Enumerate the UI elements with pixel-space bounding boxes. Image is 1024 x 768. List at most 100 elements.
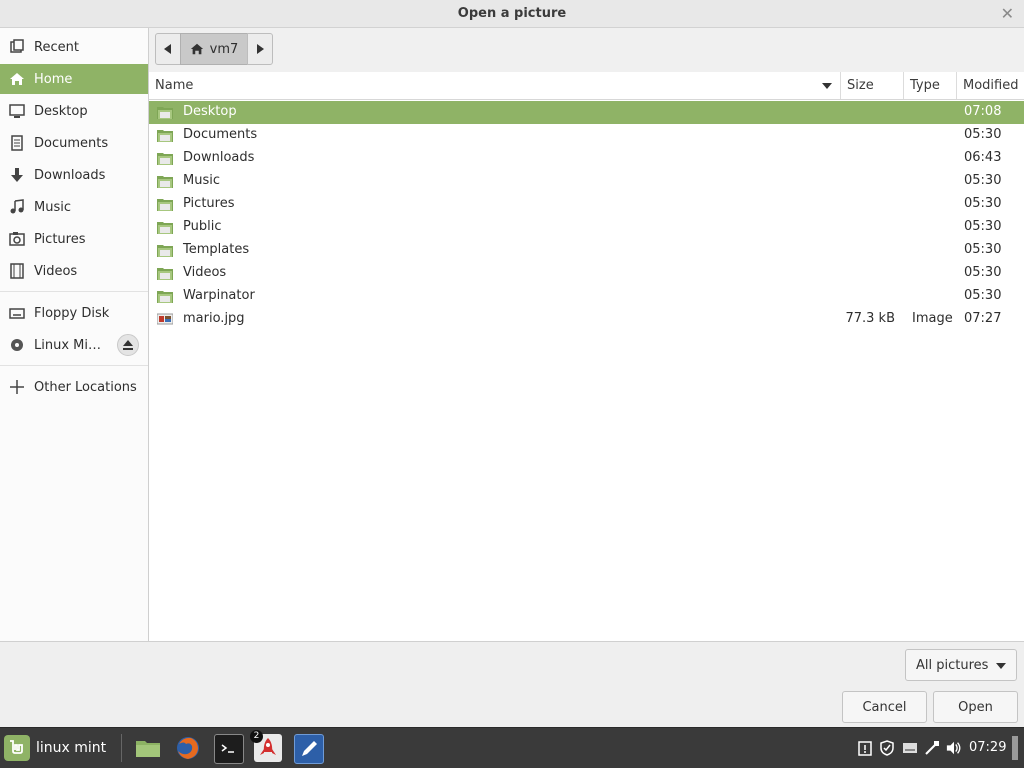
clock[interactable]: 07:29 <box>969 740 1006 755</box>
file-row[interactable]: Documents 05:30 <box>149 124 1024 147</box>
path-forward-button[interactable] <box>247 33 273 65</box>
sidebar-separator <box>0 365 148 366</box>
file-row[interactable]: Templates 05:30 <box>149 239 1024 262</box>
volume-icon[interactable] <box>946 740 962 756</box>
cancel-button[interactable]: Cancel <box>842 691 927 723</box>
mint-logo-icon <box>4 735 30 761</box>
disc-icon <box>0 337 34 353</box>
sidebar-item-other-locations[interactable]: Other Locations <box>0 372 148 402</box>
music-icon <box>0 199 34 215</box>
video-icon <box>0 263 34 279</box>
chevron-right-icon <box>257 44 264 54</box>
column-name[interactable]: Name <box>149 72 841 99</box>
file-modified: 06:43 <box>964 150 1002 165</box>
sidebar-item-downloads[interactable]: Downloads <box>0 160 148 190</box>
files-launcher[interactable] <box>134 734 162 762</box>
file-name: Videos <box>183 265 227 280</box>
column-size[interactable]: Size <box>841 72 904 99</box>
column-modified[interactable]: Modified <box>957 72 1024 99</box>
file-modified: 07:27 <box>964 311 1002 326</box>
file-filter-dropdown[interactable]: All pictures <box>905 649 1017 681</box>
terminal-icon <box>221 744 234 753</box>
pencil-icon <box>302 741 317 756</box>
open-button[interactable]: Open <box>933 691 1018 723</box>
file-modified: 05:30 <box>964 242 1002 257</box>
sidebar-item-home[interactable]: Home <box>0 64 148 94</box>
sort-down-icon <box>822 83 832 89</box>
file-name: Downloads <box>183 150 255 165</box>
show-desktop-button[interactable] <box>1012 736 1018 760</box>
file-modified: 07:08 <box>964 104 1002 119</box>
file-modified: 05:30 <box>964 196 1002 211</box>
file-row[interactable]: Videos 05:30 <box>149 262 1024 285</box>
shield-icon[interactable] <box>879 740 895 756</box>
file-name: Templates <box>183 242 250 257</box>
taskbar-separator <box>121 734 122 762</box>
chevron-left-icon <box>164 44 171 54</box>
sidebar-item-floppy-disk[interactable]: Floppy Disk <box>0 298 148 328</box>
file-row[interactable]: Downloads 06:43 <box>149 147 1024 170</box>
menu-button[interactable]: linux mint <box>4 735 106 761</box>
sidebar-item-linux-mint-disc[interactable]: Linux Min… <box>0 330 148 360</box>
sidebar-separator <box>0 291 148 292</box>
firefox-launcher[interactable] <box>174 734 202 762</box>
file-name: Music <box>183 173 220 188</box>
path-home-button[interactable]: vm7 <box>180 33 248 65</box>
network-icon[interactable] <box>924 740 940 756</box>
places-sidebar: Recent Home Desktop Documents Downloads … <box>0 28 149 641</box>
file-size: 77.3 kB <box>845 311 895 326</box>
clock-icon <box>0 39 34 55</box>
keyboard-icon[interactable] <box>902 740 918 756</box>
file-row[interactable]: Public 05:30 <box>149 216 1024 239</box>
file-name: Documents <box>183 127 258 142</box>
dialog-footer: All pictures Cancel Open <box>0 641 1024 727</box>
sidebar-item-music[interactable]: Music <box>0 192 148 222</box>
firefox-icon <box>177 737 199 759</box>
document-icon <box>0 135 34 151</box>
sidebar-item-recent[interactable]: Recent <box>0 32 148 62</box>
title-bar: Open a picture ✕ <box>0 0 1024 28</box>
eject-icon <box>123 340 133 350</box>
home-icon <box>190 43 203 55</box>
column-header: Name Size Type Modified <box>149 72 1024 100</box>
file-modified: 05:30 <box>964 173 1002 188</box>
file-name: mario.jpg <box>183 311 245 326</box>
chevron-down-icon <box>996 663 1006 669</box>
update-manager-launcher[interactable]: 2 <box>250 730 282 762</box>
download-icon <box>0 167 34 183</box>
file-type: Image <box>912 311 953 326</box>
file-name: Warpinator <box>183 288 255 303</box>
file-row[interactable]: Music 05:30 <box>149 170 1024 193</box>
clipboard-icon[interactable] <box>857 740 873 756</box>
file-row[interactable]: Desktop 07:08 <box>149 101 1024 124</box>
desktop-icon <box>0 103 34 119</box>
file-name: Pictures <box>183 196 235 211</box>
sidebar-item-videos[interactable]: Videos <box>0 256 148 286</box>
file-list: Name Size Type Modified Desktop 07:08 Docu… <box>149 72 1024 641</box>
eject-button[interactable] <box>117 334 139 356</box>
plus-icon <box>0 379 34 395</box>
path-back-button[interactable] <box>155 33 181 65</box>
folder-icon <box>136 741 160 757</box>
sidebar-item-desktop[interactable]: Desktop <box>0 96 148 126</box>
sidebar-item-pictures[interactable]: Pictures <box>0 224 148 254</box>
floppy-icon <box>0 305 34 321</box>
file-modified: 05:30 <box>964 265 1002 280</box>
close-icon[interactable]: ✕ <box>1001 4 1014 23</box>
file-row[interactable]: Pictures 05:30 <box>149 193 1024 216</box>
file-modified: 05:30 <box>964 127 1002 142</box>
taskbar: linux mint 2 07:29 <box>0 727 1024 768</box>
file-row[interactable]: Warpinator 05:30 <box>149 285 1024 308</box>
image-viewer-launcher[interactable] <box>294 734 324 764</box>
home-icon <box>0 71 34 87</box>
terminal-launcher[interactable] <box>214 734 244 764</box>
sidebar-item-documents[interactable]: Documents <box>0 128 148 158</box>
window-title: Open a picture <box>457 6 567 21</box>
path-bar: vm7 <box>149 28 1024 72</box>
file-name: Desktop <box>183 104 237 119</box>
file-modified: 05:30 <box>964 219 1002 234</box>
file-modified: 05:30 <box>964 288 1002 303</box>
file-row[interactable]: mario.jpg 77.3 kB Image 07:27 <box>149 308 1024 331</box>
column-type[interactable]: Type <box>904 72 957 99</box>
file-name: Public <box>183 219 222 234</box>
